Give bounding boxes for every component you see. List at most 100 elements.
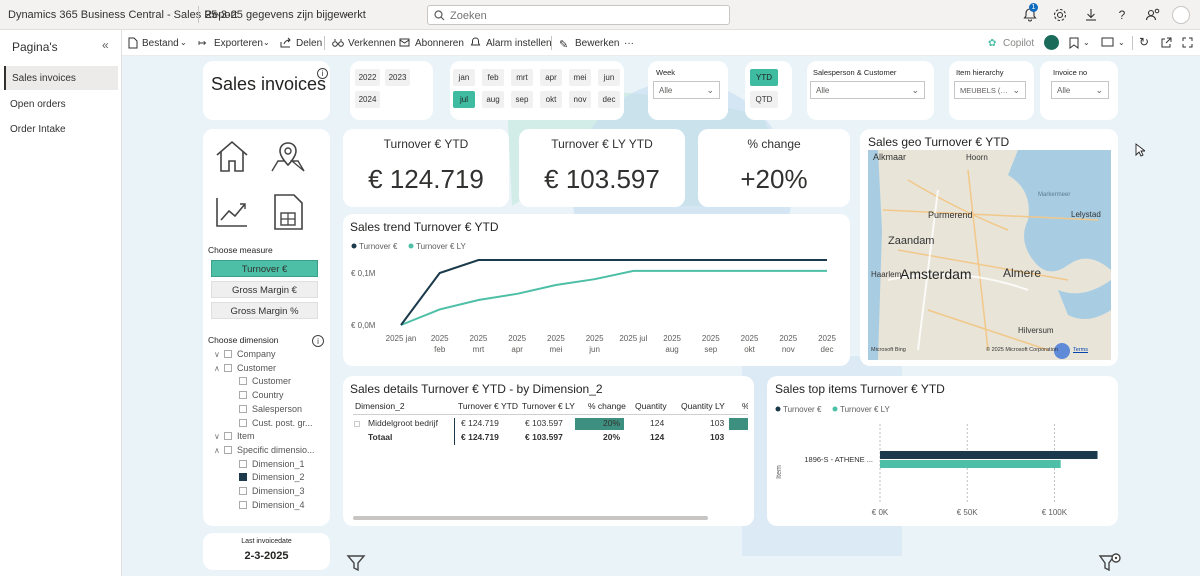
- dimension-tree-item[interactable]: Cust. post. gr...: [229, 418, 313, 428]
- sidebar-item-open-orders[interactable]: Open orders: [4, 92, 118, 116]
- dimension-tree-item[interactable]: ∧ Specific dimensio...: [214, 445, 315, 455]
- dimension-tree-item[interactable]: Dimension_2: [229, 472, 305, 482]
- dimension-tree-item[interactable]: Country: [229, 390, 284, 400]
- export-menu[interactable]: Exporteren: [214, 38, 263, 49]
- file-menu[interactable]: Bestand: [142, 38, 179, 49]
- month-option[interactable]: mei: [569, 69, 591, 86]
- dimension-tree-item[interactable]: ∧ Customer: [214, 363, 276, 373]
- copilot-button[interactable]: Copilot: [1003, 38, 1034, 49]
- horizontal-scrollbar[interactable]: [353, 516, 708, 520]
- edit-button[interactable]: Bewerken: [575, 38, 619, 49]
- dimension-tree-item[interactable]: ∨ Company: [214, 349, 276, 359]
- chevron-down-icon[interactable]: ⌄: [1083, 38, 1090, 47]
- map-terms-link[interactable]: Terms: [1073, 347, 1088, 353]
- month-option[interactable]: nov: [569, 91, 591, 108]
- home-icon[interactable]: [214, 139, 250, 173]
- info-icon[interactable]: i: [317, 68, 328, 79]
- filter-icon[interactable]: [346, 554, 366, 572]
- fullscreen-icon[interactable]: [1182, 37, 1193, 48]
- month-option-selected[interactable]: jul: [453, 91, 475, 108]
- sidebar-item-order-intake[interactable]: Order Intake: [4, 117, 118, 141]
- table-row[interactable]: Middelgroot bedrijf € 124.719 € 103.597 …: [353, 418, 748, 431]
- month-option[interactable]: jun: [598, 69, 620, 86]
- column-header[interactable]: Quantity LY: [681, 401, 725, 411]
- avatar[interactable]: [1172, 6, 1190, 24]
- help-icon[interactable]: ?: [1113, 6, 1131, 24]
- month-option[interactable]: okt: [540, 91, 562, 108]
- measure-gross-margin-pct-button[interactable]: Gross Margin %: [211, 302, 318, 319]
- chevron-down-icon[interactable]: ⌄: [1118, 38, 1125, 47]
- expand-toggle-icon[interactable]: ∨: [214, 350, 224, 359]
- month-option[interactable]: sep: [511, 91, 533, 108]
- checkbox[interactable]: [239, 377, 247, 386]
- share-button[interactable]: Delen: [296, 38, 322, 49]
- refresh-status-icon[interactable]: [1044, 35, 1059, 50]
- expand-toggle-icon[interactable]: ∧: [214, 446, 224, 455]
- month-option[interactable]: aug: [482, 91, 504, 108]
- line-chart-icon[interactable]: [214, 195, 250, 229]
- month-option[interactable]: dec: [598, 91, 620, 108]
- measure-turnover-button[interactable]: Turnover €: [211, 260, 318, 277]
- sidebar-item-sales-invoices[interactable]: Sales invoices: [4, 66, 118, 90]
- sales-trend-chart[interactable]: Turnover € Turnover € LY € 0,0M € 0,1M 2025 …: [343, 214, 850, 366]
- set-alert-button[interactable]: Alarm instellen: [486, 38, 552, 49]
- checkbox[interactable]: [239, 500, 247, 509]
- chevron-down-icon[interactable]: ⌄: [343, 8, 351, 19]
- checkbox[interactable]: [239, 459, 247, 468]
- chevron-down-icon[interactable]: ⌄: [180, 38, 187, 47]
- expand-icon[interactable]: [1161, 37, 1172, 48]
- chevron-down-icon[interactable]: ⌄: [263, 38, 270, 47]
- collapse-icon[interactable]: «: [102, 38, 109, 52]
- search-box[interactable]: [427, 5, 730, 25]
- column-header[interactable]: % c: [742, 401, 748, 411]
- bookmark-icon[interactable]: [1069, 37, 1079, 49]
- week-dropdown[interactable]: Alle ⌄: [653, 81, 720, 99]
- subscribe-button[interactable]: Abonneren: [415, 38, 464, 49]
- map-view[interactable]: Alkmaar Hoorn Purmerend Zaandam Amsterda…: [868, 150, 1111, 360]
- column-header[interactable]: Dimension_2: [355, 401, 405, 411]
- gear-icon[interactable]: [1051, 6, 1069, 24]
- invoice-no-dropdown[interactable]: Alle ⌄: [1051, 81, 1109, 99]
- dimension-tree-item[interactable]: Customer: [229, 376, 291, 386]
- column-header[interactable]: Turnover € YTD: [458, 401, 518, 411]
- year-option[interactable]: 2022: [355, 69, 380, 86]
- checkbox[interactable]: [239, 473, 247, 482]
- measure-gross-margin-button[interactable]: Gross Margin €: [211, 281, 318, 298]
- column-header[interactable]: Quantity: [635, 401, 667, 411]
- refresh-icon[interactable]: ↻: [1139, 35, 1149, 49]
- checkbox[interactable]: [224, 432, 232, 441]
- map-pin-icon[interactable]: [270, 139, 306, 173]
- checkbox[interactable]: [224, 350, 232, 358]
- explore-button[interactable]: Verkennen: [348, 38, 396, 49]
- dimension-tree-item[interactable]: Salesperson: [229, 404, 302, 414]
- search-input[interactable]: [450, 8, 720, 23]
- view-icon[interactable]: [1101, 37, 1114, 47]
- dimension-tree-item[interactable]: Dimension_3: [229, 486, 305, 496]
- expand-toggle-icon[interactable]: ∨: [214, 432, 224, 441]
- more-options-button[interactable]: ···: [624, 38, 634, 49]
- qtd-option[interactable]: QTD: [750, 91, 778, 108]
- report-icon[interactable]: [270, 193, 306, 231]
- checkbox[interactable]: [239, 404, 247, 413]
- month-option[interactable]: feb: [482, 69, 504, 86]
- dimension-tree-item[interactable]: ∨ Item: [214, 431, 255, 441]
- update-status[interactable]: 25-3-25 gegevens zijn bijgewerkt: [205, 9, 366, 21]
- share-people-icon[interactable]: [1144, 6, 1162, 24]
- checkbox[interactable]: [224, 363, 232, 372]
- expand-toggle-icon[interactable]: ∧: [214, 364, 224, 373]
- month-option[interactable]: apr: [540, 69, 562, 86]
- row-expand-icon[interactable]: [354, 421, 360, 427]
- checkbox[interactable]: [224, 445, 232, 454]
- salesperson-dropdown[interactable]: Alle ⌄: [810, 81, 925, 99]
- year-option[interactable]: 2023: [385, 69, 410, 86]
- column-header[interactable]: Turnover € LY: [522, 401, 575, 411]
- year-option[interactable]: 2024: [355, 91, 380, 108]
- ytd-option[interactable]: YTD: [750, 69, 778, 86]
- checkbox[interactable]: [239, 391, 247, 400]
- month-option[interactable]: mrt: [511, 69, 533, 86]
- dimension-tree-item[interactable]: Dimension_4: [229, 500, 305, 510]
- checkbox[interactable]: [239, 418, 247, 427]
- item-hierarchy-dropdown[interactable]: MEUBELS (… ⌄: [954, 81, 1026, 99]
- info-icon[interactable]: i: [312, 335, 324, 347]
- column-header[interactable]: % change: [588, 401, 626, 411]
